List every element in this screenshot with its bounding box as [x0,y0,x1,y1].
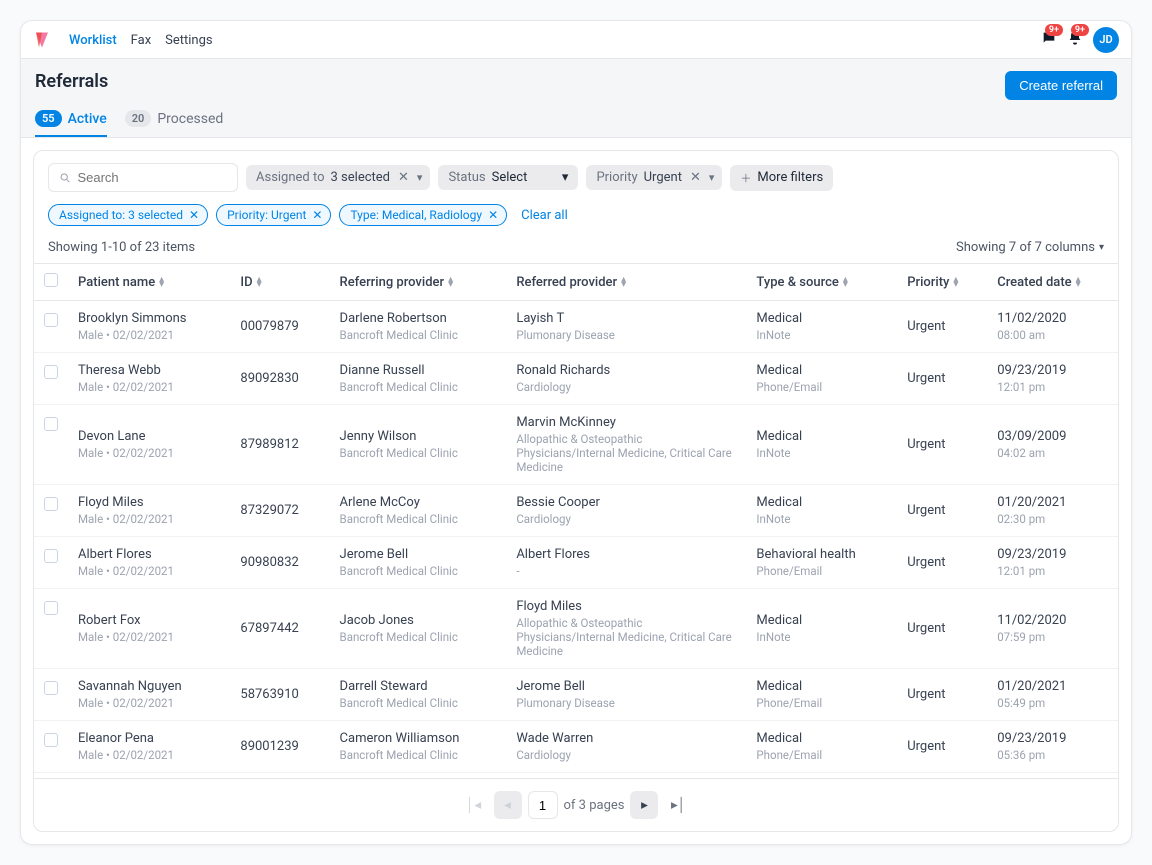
row-checkbox[interactable] [44,417,58,431]
column-header[interactable]: Type & source▴▾ [746,264,897,301]
logo-icon [33,31,51,49]
sort-icon: ▴▾ [1076,277,1081,287]
message-icon[interactable]: 9+ [1041,30,1057,50]
sort-icon: ▴▾ [257,277,262,287]
search-input[interactable] [48,163,238,192]
page-title: Referrals [35,71,108,92]
pagination: │◂ ◂ of 3 pages ▸ ▸│ [34,778,1118,831]
tab-processed[interactable]: 20Processed [125,110,224,137]
notif-badge: 9+ [1071,24,1089,36]
row-checkbox[interactable] [44,601,58,615]
clear-all-button[interactable]: Clear all [521,208,568,223]
titlebar: Referrals Create referral [21,59,1131,100]
filter-assigned[interactable]: Assigned to 3 selected ✕ ▾ [246,165,430,190]
search-icon [59,171,71,185]
sort-icon: ▴▾ [843,277,848,287]
table-row[interactable]: Brooklyn SimmonsMale • 02/02/2021 000798… [34,301,1118,353]
page-last-button[interactable]: ▸│ [664,791,692,819]
columns-toggle[interactable]: Showing 7 of 7 columns ▾ [956,240,1104,255]
nav-item-settings[interactable]: Settings [165,33,212,48]
filter-status[interactable]: Status Select ▾ [438,165,578,190]
table-container: Patient name▴▾ID▴▾Referring provider▴▾Re… [34,263,1118,778]
active-filter-chips: Assigned to: 3 selected✕ Priority: Urgent… [34,204,1118,236]
column-header[interactable]: Priority▴▾ [897,264,987,301]
column-header[interactable]: Patient name▴▾ [68,264,230,301]
page-first-button[interactable]: │◂ [460,791,488,819]
create-referral-button[interactable]: Create referral [1005,71,1117,100]
row-checkbox[interactable] [44,497,58,511]
column-header[interactable]: Created date▴▾ [987,264,1118,301]
filter-chip[interactable]: Type: Medical, Radiology✕ [339,204,507,226]
filter-chip[interactable]: Priority: Urgent✕ [216,204,331,226]
row-checkbox[interactable] [44,681,58,695]
page-next-button[interactable]: ▸ [630,791,658,819]
close-icon[interactable]: ✕ [396,170,411,185]
chevron-down-icon: ▾ [417,171,423,184]
table-row[interactable]: Floyd MilesMale • 02/02/2021 87329072 Ar… [34,485,1118,537]
filter-priority[interactable]: Priority Urgent ✕ ▾ [586,165,722,190]
page-input[interactable] [528,791,558,819]
page-prev-button[interactable]: ◂ [494,791,522,819]
table-row[interactable]: Albert FloresMale • 02/02/2021 90980832 … [34,537,1118,589]
row-checkbox[interactable] [44,549,58,563]
close-icon[interactable]: ✕ [688,170,703,185]
filter-bar: Assigned to 3 selected ✕ ▾ Status Select… [34,151,1118,204]
sort-icon: ▴▾ [621,277,626,287]
table-row[interactable]: Robert FoxMale • 02/02/2021 67897442 Jac… [34,589,1118,669]
tab-active[interactable]: 55Active [35,110,107,137]
chevron-down-icon: ▾ [1099,242,1104,253]
bell-icon[interactable]: 9+ [1067,30,1083,50]
app-window: Worklist Fax Settings 9+ 9+ JD Referrals C… [20,20,1132,845]
navbar: Worklist Fax Settings 9+ 9+ JD [21,21,1131,59]
notif-badge: 9+ [1045,24,1063,36]
meta-row: Showing 1-10 of 23 items Showing 7 of 7 … [34,236,1118,263]
filter-chip[interactable]: Assigned to: 3 selected✕ [48,204,208,226]
table-row[interactable]: Theresa WebbMale • 02/02/2021 89092830 D… [34,353,1118,405]
navbar-right: 9+ 9+ JD [1041,27,1119,53]
table-row[interactable]: Savannah NguyenMale • 02/02/2021 5876391… [34,669,1118,721]
column-header[interactable]: Referred provider▴▾ [506,264,746,301]
close-icon[interactable]: ✕ [488,208,498,222]
chevron-down-icon: ▾ [562,170,569,185]
sort-icon: ▴▾ [448,277,453,287]
sort-icon: ▴▾ [953,277,958,287]
referrals-table: Patient name▴▾ID▴▾Referring provider▴▾Re… [34,263,1118,778]
close-icon[interactable]: ✕ [189,208,199,222]
close-icon[interactable]: ✕ [312,208,322,222]
list-panel: Assigned to 3 selected ✕ ▾ Status Select… [33,150,1119,832]
nav-item-fax[interactable]: Fax [131,33,152,48]
showing-count: Showing 1-10 of 23 items [48,240,195,255]
page-total: of 3 pages [564,798,625,813]
search-field[interactable] [77,170,227,185]
more-filters-button[interactable]: ＋ More filters [730,165,833,191]
plus-icon: ＋ [740,170,751,186]
column-header[interactable]: ID▴▾ [230,264,329,301]
sort-icon: ▴▾ [159,277,164,287]
tabs: 55Active 20Processed [21,100,1131,138]
chevron-down-icon: ▾ [709,171,715,184]
table-row[interactable]: Devon LaneMale • 02/02/2021 87989812 Jen… [34,405,1118,485]
table-row[interactable]: Eleanor PenaMale • 02/02/2021 89001239 C… [34,721,1118,773]
row-checkbox[interactable] [44,313,58,327]
navbar-left: Worklist Fax Settings [33,31,227,49]
column-header[interactable]: Referring provider▴▾ [330,264,507,301]
avatar[interactable]: JD [1093,27,1119,53]
row-checkbox[interactable] [44,733,58,747]
select-all-checkbox[interactable] [44,273,58,287]
row-checkbox[interactable] [44,365,58,379]
nav-item-worklist[interactable]: Worklist [69,33,117,48]
